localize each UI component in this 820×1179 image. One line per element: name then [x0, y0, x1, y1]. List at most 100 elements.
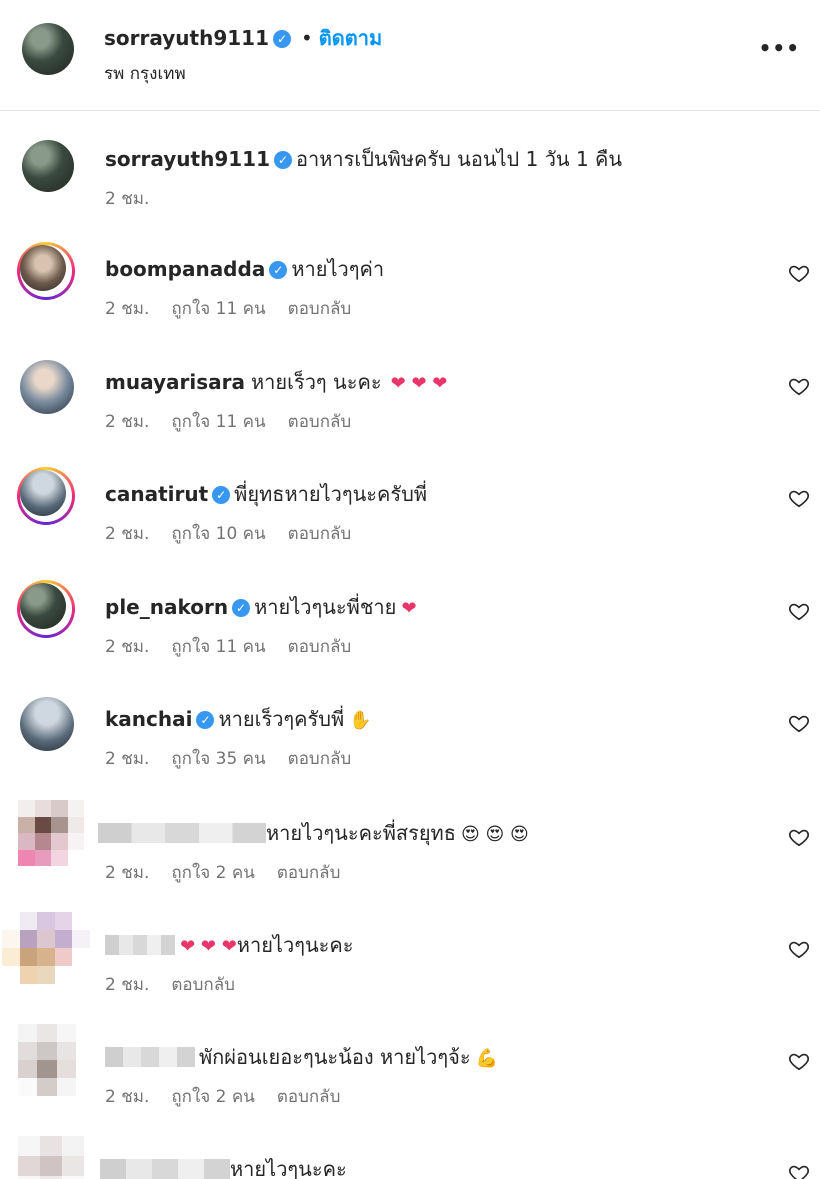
caption-row: sorrayuth9111 ✓ อาหารเป็นพิษครับ นอนไป 1 ว…: [0, 140, 820, 210]
comment-username[interactable]: kanchai: [105, 707, 192, 731]
comment-row: หายไวๆนะคะพี่สรยุทธ 😍 😍 😍 2 ชม. ถูกใจ 2 ค…: [0, 800, 820, 900]
reply-button[interactable]: ตอบกลับ: [171, 975, 235, 995]
comment-text: หายไวๆนะคะ: [230, 1157, 347, 1179]
story-ring[interactable]: [17, 242, 75, 300]
verified-icon: ✓: [232, 599, 251, 617]
verified-icon: ✓: [273, 30, 291, 48]
comment-time: 2 ชม.: [105, 637, 150, 657]
reply-button[interactable]: ตอบกลับ: [277, 863, 341, 883]
verified-icon: ✓: [196, 711, 215, 729]
comment-username[interactable]: ple_nakorn: [105, 595, 228, 619]
heart-outline-icon[interactable]: [788, 487, 810, 509]
comment-likes[interactable]: ถูกใจ 35 คน: [171, 749, 265, 769]
reply-button[interactable]: ตอบกลับ: [288, 749, 352, 769]
reply-button[interactable]: ตอบกลับ: [288, 299, 352, 319]
author-username[interactable]: sorrayuth9111: [104, 26, 269, 50]
comment-text: พักผ่อนเยอะๆนะน้อง หายไวๆจ้ะ: [199, 1045, 471, 1069]
heart-outline-icon[interactable]: [788, 938, 810, 960]
reply-button[interactable]: ตอบกลับ: [288, 412, 352, 432]
post-header: sorrayuth9111 ✓ • ติดตาม รพ กรุงเทพ •••: [0, 0, 820, 111]
comment-meta: 2 ชม. ถูกใจ 35 คน ตอบกลับ: [105, 745, 373, 772]
comment-time: 2 ชม.: [105, 863, 150, 883]
comment-meta: 2 ชม. ถูกใจ 10 คน ตอบกลับ: [105, 520, 373, 547]
comment-username[interactable]: muayarisara: [105, 370, 245, 394]
author-avatar[interactable]: [22, 23, 74, 75]
comment-time: 2 ชม.: [105, 749, 150, 769]
story-ring[interactable]: [17, 580, 75, 638]
comment-likes[interactable]: ถูกใจ 11 คน: [171, 637, 265, 657]
comment-line: muayarisara หายเร็วๆ นะคะ ❤ ❤ ❤: [105, 366, 447, 398]
comment-text: พี่ยุทธหายไวๆนะครับพี่: [234, 482, 428, 506]
comment-meta: 2 ชม. ถูกใจ 11 คน ตอบกลับ: [105, 408, 373, 435]
caption-avatar[interactable]: [22, 140, 74, 192]
comment-line: ple_nakorn ✓ หายไวๆนะพี่ชาย ❤: [105, 591, 417, 623]
comment-meta: 2 ชม. ถูกใจ 2 คน ตอบกลับ: [105, 1083, 362, 1110]
comment-line: หายไวๆนะคะ: [100, 1153, 347, 1179]
comment-line: พักผ่อนเยอะๆนะน้อง หายไวๆจ้ะ 💪: [105, 1041, 498, 1073]
comment-meta: 2 ชม. ตอบกลับ: [105, 971, 257, 998]
comment-row: ❤ ❤ ❤หายไวๆนะคะ 2 ชม. ตอบกลับ: [0, 912, 820, 1012]
follow-button[interactable]: ติดตาม: [319, 26, 382, 50]
location-link[interactable]: รพ กรุงเทพ: [104, 60, 186, 87]
dot-separator: •: [301, 26, 313, 50]
comment-time: 2 ชม.: [105, 524, 150, 544]
comment-likes[interactable]: ถูกใจ 11 คน: [171, 412, 265, 432]
comment-row: muayarisara หายเร็วๆ นะคะ ❤ ❤ ❤ 2 ชม. ถูกใ…: [0, 360, 820, 460]
heart-outline-icon[interactable]: [788, 826, 810, 848]
comment-likes[interactable]: ถูกใจ 10 คน: [171, 524, 265, 544]
heart-outline-icon[interactable]: [788, 712, 810, 734]
heart-emoji: ❤: [401, 598, 417, 619]
comment-text: หายเร็วๆ นะคะ: [250, 370, 382, 394]
comment-likes[interactable]: ถูกใจ 11 คน: [171, 299, 265, 319]
comment-line: boompanadda ✓ หายไวๆค่า: [105, 253, 384, 285]
comment-row: พักผ่อนเยอะๆนะน้อง หายไวๆจ้ะ 💪 2 ชม. ถูกใ…: [0, 1024, 820, 1124]
heart-outline-icon[interactable]: [788, 1050, 810, 1072]
commenter-avatar[interactable]: [20, 245, 66, 291]
reply-button[interactable]: ตอบกลับ: [277, 1087, 341, 1107]
verified-icon: ✓: [274, 151, 292, 169]
caption-line: sorrayuth9111 ✓ อาหารเป็นพิษครับ นอนไป 1 ว…: [105, 143, 622, 175]
pixelated-username[interactable]: [100, 1159, 230, 1179]
verified-icon: ✓: [269, 261, 288, 279]
comment-likes[interactable]: ถูกใจ 2 คน: [171, 863, 254, 883]
reply-button[interactable]: ตอบกลับ: [288, 524, 352, 544]
caption-text: อาหารเป็นพิษครับ นอนไป 1 วัน 1 คืน: [296, 147, 623, 171]
reply-button[interactable]: ตอบกลับ: [288, 637, 352, 657]
comment-line: ❤ ❤ ❤หายไวๆนะคะ: [105, 929, 354, 961]
pixelated-avatar[interactable]: [18, 1024, 76, 1096]
pixelated-avatar[interactable]: [18, 800, 84, 866]
comment-meta: 2 ชม. ถูกใจ 2 คน ตอบกลับ: [105, 859, 362, 886]
commenter-avatar[interactable]: [20, 360, 74, 414]
flexed-biceps-emoji: 💪: [475, 1048, 499, 1069]
comment-line: canatirut ✓ พี่ยุทธหายไวๆนะครับพี่: [105, 478, 427, 510]
caption-username[interactable]: sorrayuth9111: [105, 147, 270, 171]
pixelated-avatar[interactable]: [18, 1136, 84, 1179]
comment-time: 2 ชม.: [105, 975, 150, 995]
comment-text: หายไวๆนะคะ: [236, 933, 354, 957]
more-options-icon[interactable]: •••: [759, 36, 800, 60]
heart-outline-icon[interactable]: [788, 1162, 810, 1179]
comment-text: หายเร็วๆครับพี่: [218, 707, 345, 731]
pixelated-avatar[interactable]: [2, 912, 90, 984]
heart-outline-icon[interactable]: [788, 262, 810, 284]
commenter-avatar[interactable]: [20, 697, 74, 751]
pixelated-username[interactable]: [105, 1047, 195, 1067]
comment-text: หายไวๆนะพี่ชาย: [254, 595, 397, 619]
comment-row: boompanadda ✓ หายไวๆค่า 2 ชม. ถูกใจ 11 คน ตอ…: [0, 242, 820, 342]
pixelated-username[interactable]: [98, 823, 266, 843]
commenter-avatar[interactable]: [20, 470, 66, 516]
story-ring[interactable]: [17, 467, 75, 525]
comment-username[interactable]: boompanadda: [105, 257, 265, 281]
comment-row: kanchai ✓ หายเร็วๆครับพี่ ✋ 2 ชม. ถูกใจ 35 …: [0, 697, 820, 797]
commenter-avatar[interactable]: [20, 583, 66, 629]
comment-row: หายไวๆนะคะ: [0, 1136, 820, 1179]
comment-likes[interactable]: ถูกใจ 2 คน: [171, 1087, 254, 1107]
heart-outline-icon[interactable]: [788, 600, 810, 622]
comment-time: 2 ชม.: [105, 299, 150, 319]
heart-outline-icon[interactable]: [788, 375, 810, 397]
comment-username[interactable]: canatirut: [105, 482, 208, 506]
pixelated-username[interactable]: [105, 935, 175, 955]
comment-line: หายไวๆนะคะพี่สรยุทธ 😍 😍 😍: [98, 817, 529, 849]
comment-line: kanchai ✓ หายเร็วๆครับพี่ ✋: [105, 703, 372, 735]
hand-emoji: ✋: [349, 710, 372, 731]
